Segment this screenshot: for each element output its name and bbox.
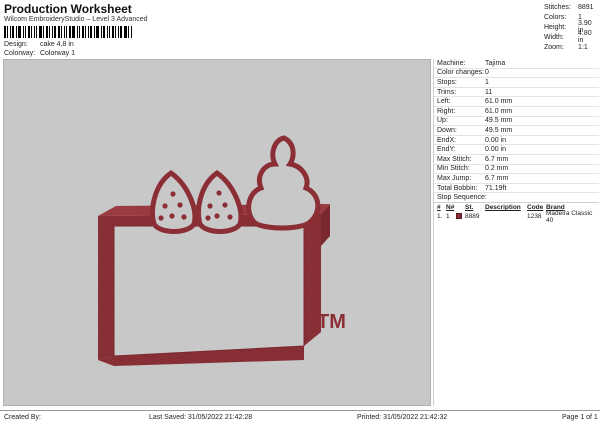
- machine-info-key: Total Bobbin:: [437, 184, 478, 192]
- colorway-row: Colorway: Colorway 1: [4, 50, 75, 57]
- machine-info-value: 0.00 in: [485, 146, 507, 154]
- machine-info-row: Min Stitch: 0.2 mm: [434, 165, 599, 175]
- page-footer: Created By: Last Saved: 31/05/2022 21:42…: [0, 410, 600, 424]
- machine-info-value: 1: [485, 78, 489, 86]
- software-subtitle: Wilcom EmbroideryStudio – Level 3 Advanc…: [4, 16, 148, 23]
- machine-info-key: Left:: [437, 98, 451, 106]
- machine-info-panel: Machine: Tajima Color changes: 0 Stops: 1 Trim…: [433, 59, 599, 406]
- machine-info-key: Trims:: [437, 88, 457, 96]
- machine-info-row: Up: 49.5 mm: [434, 117, 599, 127]
- summary-row: Stitches: 8891: [544, 3, 594, 11]
- machine-info-row: EndX: 0.00 in: [434, 136, 599, 146]
- colorway-value: Colorway 1: [39, 50, 75, 57]
- machine-info-key: Down:: [437, 126, 457, 134]
- barcode: [4, 26, 136, 38]
- created-by: Created By:: [4, 414, 41, 421]
- machine-info-row: EndY: 0.00 in: [434, 145, 599, 155]
- machine-info-row: Left: 61.0 mm: [434, 97, 599, 107]
- machine-info-value: 61.0 mm: [485, 98, 513, 106]
- design-value: cake 4,8 in: [39, 41, 74, 48]
- machine-info-value: 61.0 mm: [485, 107, 513, 115]
- machine-info-value: 0.00 in: [485, 136, 507, 144]
- machine-info-value: 49.5 mm: [485, 126, 513, 134]
- machine-info-row: Right: 61.0 mm: [434, 107, 599, 117]
- machine-info-key: Right:: [437, 107, 456, 115]
- machine-info-value: 71.19ft: [485, 184, 507, 192]
- machine-info-value: 6.7 mm: [485, 155, 509, 163]
- machine-info-value: 0.2 mm: [485, 165, 509, 173]
- design-summary: Stitches: 8891 Colors: 1 Height: 3.90 in Wi…: [544, 2, 598, 52]
- machine-info-key: EndY:: [437, 146, 456, 154]
- design-label: Design:: [4, 41, 28, 48]
- machine-info-value: 11: [485, 88, 493, 96]
- machine-info-key: Up:: [437, 117, 448, 125]
- page-title: Production Worksheet: [4, 2, 132, 16]
- machine-info-key: Color changes:: [437, 69, 485, 77]
- trademark-mark: TM: [317, 311, 346, 333]
- machine-info-row: Max Stitch: 6.7 mm: [434, 155, 599, 165]
- machine-info-row: Stops: 1: [434, 78, 599, 88]
- embroidery-design: TM: [98, 135, 346, 366]
- machine-info-row: Trims: 11: [434, 88, 599, 98]
- machine-info-value: Tajima: [485, 59, 506, 67]
- machine-info-row: Color changes: 0: [434, 69, 599, 79]
- summary-row: Width: 4.80 in: [544, 30, 592, 44]
- machine-info-key: Max Jump:: [437, 174, 472, 182]
- machine-info-key: Machine:: [437, 59, 466, 67]
- machine-info-row: Total Bobbin: 71.19ft: [434, 184, 599, 194]
- colorway-label: Colorway:: [4, 50, 36, 57]
- stop-sequence-title: Stop Sequence:: [434, 193, 599, 204]
- machine-info-key: EndX:: [437, 136, 457, 144]
- design-preview[interactable]: TM: [3, 59, 431, 406]
- whipped-cream-shape: [246, 135, 321, 231]
- machine-info-value: 49.5 mm: [485, 117, 513, 125]
- design-row: Design: cake 4,8 in: [4, 41, 74, 48]
- machine-info-row: Down: 49.5 mm: [434, 126, 599, 136]
- machine-info-key: Min Stitch:: [437, 165, 470, 173]
- page-number: Page 1 of 1: [562, 414, 598, 421]
- last-saved: Last Saved: 31/05/2022 21:42:28: [149, 414, 253, 421]
- printed-date: Printed: 31/05/2022 21:42:32: [357, 414, 448, 421]
- machine-info-key: Stops:: [437, 78, 457, 86]
- strawberry-right-shape: [196, 169, 244, 234]
- thread-color-swatch: [456, 212, 462, 219]
- machine-info-row: Max Jump: 6.7 mm: [434, 174, 599, 184]
- machine-info-row: Machine: Tajima: [434, 59, 599, 69]
- table-row[interactable]: 1. 1 8889 1238 Madeira Classic 40: [434, 210, 599, 224]
- summary-row: Zoom: 1:1: [544, 43, 588, 51]
- machine-info-value: 6.7 mm: [485, 174, 509, 182]
- machine-info-key: Max Stitch:: [437, 155, 472, 163]
- strawberry-left-shape: [150, 169, 198, 234]
- machine-info-value: 0: [485, 69, 489, 77]
